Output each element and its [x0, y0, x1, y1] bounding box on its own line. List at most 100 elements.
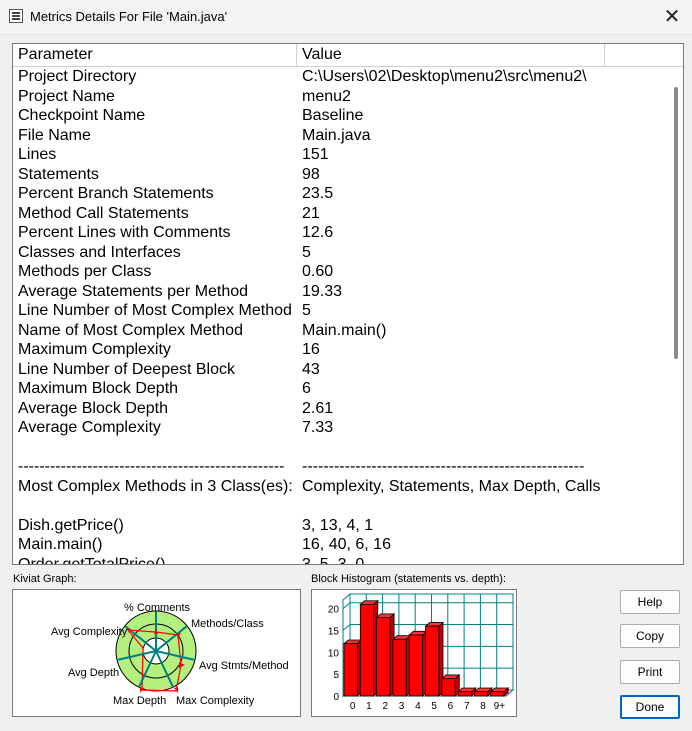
table-row[interactable]: Main.main() 16, 40, 6, 16 — [13, 535, 669, 555]
close-button[interactable]: ✕ — [652, 0, 692, 34]
histogram-bar — [473, 691, 489, 697]
value-cell: Main.main() — [302, 321, 387, 339]
parameter-cell: Classes and Interfaces — [18, 243, 181, 261]
parameter-cell: Average Statements per Method — [18, 282, 249, 300]
table-row[interactable]: Checkpoint Name Baseline — [13, 106, 669, 126]
parameter-cell: Methods per Class — [18, 263, 152, 280]
parameter-cell: ----------------------------------------… — [18, 458, 285, 475]
kiviat-graph: % Comments Methods/Class Avg Stmts/Metho… — [12, 589, 301, 717]
table-row[interactable]: Percent Lines with Comments 12.6 — [13, 223, 669, 243]
histogram-bar — [359, 603, 374, 697]
parameter-cell: Maximum Block Depth — [18, 380, 179, 397]
table-row[interactable]: Average Block Depth 2.61 — [13, 399, 669, 419]
histogram-x-tick: 8 — [480, 701, 486, 712]
value-cell: 3, 13, 4, 1 — [302, 516, 374, 534]
table-row[interactable]: ----------------------------------------… — [13, 457, 669, 477]
parameter-cell: Average Block Depth — [18, 399, 169, 417]
metrics-list[interactable]: Parameter Value Project Directory C:\User… — [12, 43, 684, 565]
column-header-parameter[interactable]: Parameter — [13, 44, 297, 66]
value-cell: 43 — [302, 360, 320, 378]
copy-button[interactable]: Copy — [620, 624, 680, 648]
table-row[interactable] — [13, 438, 669, 458]
table-row[interactable]: Lines 151 — [13, 145, 669, 165]
kiviat-label: Kiviat Graph: — [13, 573, 77, 585]
kiviat-svg: % Comments Methods/Class Avg Stmts/Metho… — [51, 602, 289, 707]
kiviat-axis-max-complexity: Max Complexity — [176, 695, 255, 707]
column-header-value[interactable]: Value — [297, 44, 605, 66]
table-row[interactable]: Maximum Complexity 16 — [13, 340, 669, 360]
table-row[interactable]: Classes and Interfaces 5 — [13, 243, 669, 263]
histogram-y-tick: 15 — [328, 627, 340, 638]
table-row[interactable]: Line Number of Deepest Block 43 — [13, 360, 669, 380]
value-cell: 23.5 — [302, 185, 334, 202]
value-cell: 0.60 — [302, 263, 334, 280]
block-histogram: 0 5 10 15 20 0 1 2 3 4 5 6 7 8 9+ — [311, 589, 517, 717]
histogram-x-tick: 3 — [399, 701, 405, 712]
done-button[interactable]: Done — [620, 695, 680, 719]
table-row[interactable]: File Name Main.java — [13, 126, 669, 146]
table-row[interactable]: Order.getTotalPrice() 3, 5, 3, 0 — [13, 555, 669, 565]
histogram-x-tick: 9+ — [494, 701, 506, 712]
table-row[interactable] — [13, 496, 669, 516]
table-row[interactable]: Dish.getPrice() 3, 13, 4, 1 — [13, 516, 669, 536]
histogram-y-tick: 5 — [333, 670, 339, 681]
kiviat-axis-max-depth: Max Depth — [113, 695, 166, 707]
histogram-bar — [376, 617, 391, 697]
value-cell: C:\Users\02\Desktop\menu2\src\menu2\ — [302, 68, 587, 85]
table-row[interactable]: Most Complex Methods in 3 Class(es): Comp… — [13, 477, 669, 497]
kiviat-axis-methods-class: Methods/Class — [191, 618, 264, 630]
title-bar: Metrics Details For File 'Main.java' ✕ — [0, 0, 692, 35]
parameter-cell: Percent Branch Statements — [18, 185, 214, 202]
table-row[interactable]: Methods per Class 0.60 — [13, 262, 669, 282]
parameter-cell: Maximum Complexity — [18, 341, 171, 358]
histogram-bar — [408, 634, 423, 697]
parameter-cell: Lines — [18, 146, 57, 163]
value-cell: 5 — [302, 243, 311, 261]
table-row[interactable]: Average Statements per Method 19.33 — [13, 282, 669, 302]
value-cell: 16, 40, 6, 16 — [302, 536, 391, 553]
parameter-cell: Most Complex Methods in 3 Class(es): — [18, 477, 293, 495]
histogram-x-tick: 0 — [350, 701, 356, 712]
histogram-x-tick: 4 — [415, 701, 421, 712]
histogram-y-tick: 0 — [333, 692, 339, 703]
kiviat-axis-avg-complexity: Avg Complexity — [51, 626, 128, 638]
histogram-bar — [425, 625, 440, 697]
histogram-label: Block Histogram (statements vs. depth): — [311, 573, 507, 585]
histogram-bar — [441, 678, 456, 697]
list-rows: Project Directory C:\Users\02\Desktop\men… — [13, 67, 669, 565]
parameter-cell: Project Directory — [18, 68, 137, 85]
print-button[interactable]: Print — [620, 660, 680, 684]
table-row[interactable]: Project Name menu2 — [13, 87, 669, 107]
histogram-y-tick: 20 — [328, 605, 340, 616]
vertical-scrollbar[interactable] — [669, 67, 683, 564]
table-row[interactable]: Line Number of Most Complex Method 5 — [13, 301, 669, 321]
value-cell: 151 — [302, 146, 329, 163]
parameter-cell: Percent Lines with Comments — [18, 224, 231, 241]
table-row[interactable]: Method Call Statements 21 — [13, 204, 669, 224]
app-icon — [9, 9, 23, 23]
table-row[interactable]: Percent Branch Statements 23.5 — [13, 184, 669, 204]
table-row[interactable]: Project Directory C:\Users\02\Desktop\men… — [13, 67, 669, 87]
table-row[interactable]: Statements 98 — [13, 165, 669, 185]
value-cell: 6 — [302, 380, 311, 397]
window-title: Metrics Details For File 'Main.java' — [30, 9, 228, 24]
table-row[interactable]: Name of Most Complex Method Main.main() — [13, 321, 669, 341]
histogram-x-tick: 2 — [382, 701, 388, 712]
value-cell: 19.33 — [302, 282, 343, 300]
histogram-x-tick: 1 — [366, 701, 372, 712]
table-row[interactable]: Average Complexity 7.33 — [13, 418, 669, 438]
value-cell: menu2 — [302, 87, 351, 105]
value-cell: 3, 5, 3, 0 — [302, 555, 365, 565]
table-row[interactable]: Maximum Block Depth 6 — [13, 379, 669, 399]
scrollbar-thumb[interactable] — [674, 87, 678, 359]
value-cell: ----------------------------------------… — [302, 458, 585, 475]
parameter-cell: File Name — [18, 126, 91, 144]
value-cell: 2.61 — [302, 399, 334, 417]
parameter-cell: Project Name — [18, 87, 115, 105]
value-cell: 21 — [302, 204, 320, 222]
help-button[interactable]: Help — [620, 590, 680, 614]
value-cell: Baseline — [302, 107, 364, 124]
value-cell: Complexity, Statements, Max Depth, Calls — [302, 477, 601, 495]
value-cell: Main.java — [302, 126, 371, 144]
parameter-cell: Main.main() — [18, 536, 103, 553]
